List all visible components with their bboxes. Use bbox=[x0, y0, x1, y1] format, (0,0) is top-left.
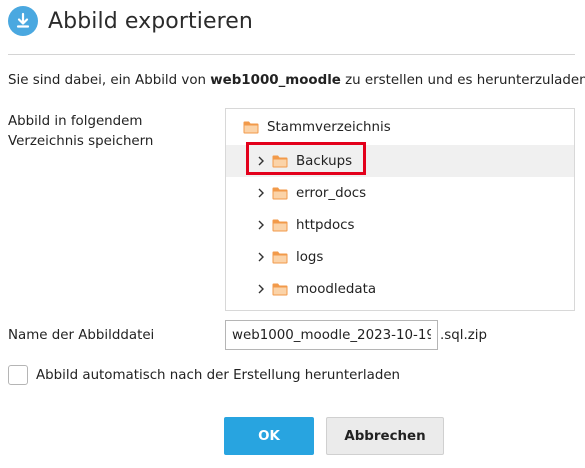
directory-tree[interactable]: Stammverzeichnis Backups error_docs http… bbox=[225, 108, 575, 311]
header-divider bbox=[8, 54, 575, 55]
folder-icon bbox=[272, 251, 288, 264]
dialog-title: Abbild exportieren bbox=[48, 8, 253, 34]
tree-item-httpdocs[interactable]: httpdocs bbox=[226, 209, 574, 241]
auto-download-label[interactable]: Abbild automatisch nach der Erstellung h… bbox=[36, 368, 400, 383]
dialog-header: Abbild exportieren bbox=[8, 5, 253, 37]
chevron-right-icon[interactable] bbox=[256, 187, 266, 199]
tree-item-label: moodledata bbox=[296, 281, 377, 297]
directory-label: Abbild in folgendem Verzeichnis speicher… bbox=[8, 114, 154, 149]
tree-item-error-docs[interactable]: error_docs bbox=[226, 177, 574, 209]
intro-suffix: zu erstellen und es herunterzuladen. bbox=[340, 73, 585, 88]
download-icon bbox=[8, 6, 38, 36]
tree-item-label: logs bbox=[296, 249, 324, 265]
intro-domain: web1000_moodle bbox=[210, 73, 341, 88]
filename-suffix: .sql.zip bbox=[440, 328, 487, 343]
folder-icon bbox=[272, 283, 288, 296]
tree-item-backups[interactable]: Backups bbox=[226, 145, 574, 177]
cancel-button[interactable]: Abbrechen bbox=[326, 417, 444, 455]
ok-button[interactable]: OK bbox=[224, 417, 314, 455]
tree-item-logs[interactable]: logs bbox=[226, 241, 574, 273]
folder-icon bbox=[272, 155, 288, 168]
tree-item-label: httpdocs bbox=[296, 217, 355, 233]
folder-icon bbox=[272, 219, 288, 232]
chevron-right-icon[interactable] bbox=[256, 283, 266, 295]
tree-root[interactable]: Stammverzeichnis bbox=[226, 109, 574, 145]
tree-root-label: Stammverzeichnis bbox=[267, 119, 391, 135]
intro-text: Sie sind dabei, ein Abbild von web1000_m… bbox=[8, 73, 585, 88]
filename-input[interactable] bbox=[225, 320, 438, 350]
tree-item-label: Backups bbox=[296, 153, 353, 169]
chevron-right-icon[interactable] bbox=[256, 155, 266, 167]
folder-icon bbox=[243, 121, 259, 134]
chevron-right-icon[interactable] bbox=[256, 219, 266, 231]
tree-item-label: error_docs bbox=[296, 185, 367, 201]
intro-prefix: Sie sind dabei, ein Abbild von bbox=[8, 73, 211, 88]
tree-item-moodledata[interactable]: moodledata bbox=[226, 273, 574, 305]
chevron-right-icon[interactable] bbox=[256, 251, 266, 263]
auto-download-checkbox[interactable] bbox=[8, 365, 28, 385]
folder-icon bbox=[272, 187, 288, 200]
filename-label: Name der Abbilddatei bbox=[8, 328, 155, 343]
